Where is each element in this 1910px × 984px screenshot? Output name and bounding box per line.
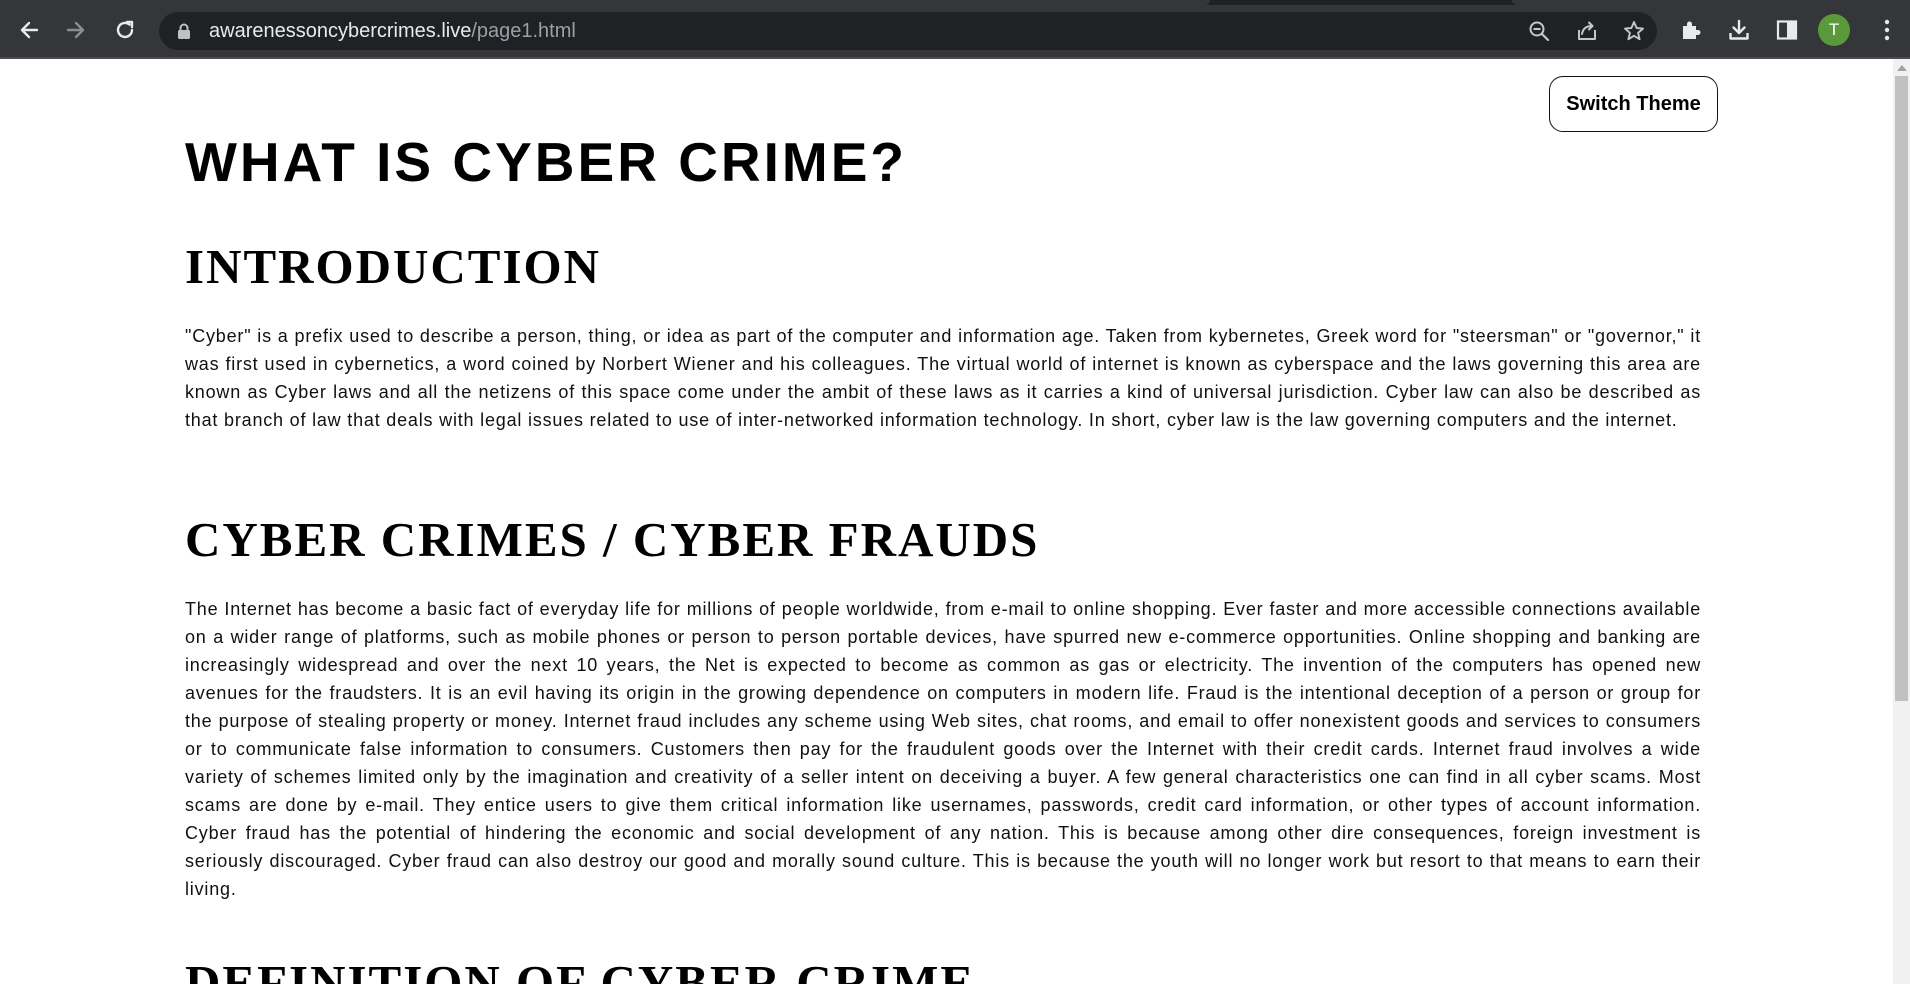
url-path: /page1.html [471, 20, 576, 42]
section-heading-introduction: INTRODUCTION [185, 239, 602, 294]
tab-strip [0, 0, 1910, 5]
page-title: WHAT IS CYBER CRIME? [185, 131, 908, 193]
lock-icon[interactable] [177, 23, 191, 45]
share-icon[interactable] [1575, 19, 1599, 43]
address-bar[interactable]: awarenessoncybercrimes.live/page1.html [159, 12, 1657, 50]
page-viewport: Switch Theme WHAT IS CYBER CRIME? INTROD… [0, 59, 1893, 984]
section-heading-cyber-crimes: CYBER CRIMES / CYBER FRAUDS [185, 512, 1040, 567]
extensions-puzzle-icon[interactable] [1678, 17, 1704, 43]
browser-toolbar: awarenessoncybercrimes.live/page1.html T [0, 0, 1910, 59]
back-arrow-icon [18, 19, 40, 41]
back-button[interactable] [14, 15, 44, 45]
forward-arrow-icon [65, 19, 87, 41]
download-icon[interactable] [1726, 17, 1752, 43]
inactive-tab-edge[interactable] [1512, 0, 1910, 5]
switch-theme-button[interactable]: Switch Theme [1549, 76, 1718, 132]
active-tab-edge[interactable] [0, 0, 1210, 5]
scroll-up-arrow-icon[interactable] [1897, 65, 1907, 71]
profile-avatar[interactable]: T [1818, 14, 1850, 46]
section-paragraph-cyber-crimes: The Internet has become a basic fact of … [185, 599, 1701, 899]
vertical-scrollbar[interactable] [1893, 59, 1910, 984]
reload-icon [114, 19, 136, 41]
url-text[interactable]: awarenessoncybercrimes.live/page1.html [209, 20, 576, 42]
scrollbar-thumb[interactable] [1895, 76, 1908, 701]
reload-button[interactable] [110, 15, 140, 45]
zoom-icon[interactable] [1527, 19, 1551, 43]
section-heading-definition: DEFINITION OF CYBER CRIME [185, 955, 976, 984]
bookmark-star-icon[interactable] [1622, 19, 1646, 43]
more-menu-icon[interactable] [1880, 17, 1894, 43]
forward-button[interactable] [61, 15, 91, 45]
section-paragraph-introduction: "Cyber" is a prefix used to describe a p… [185, 326, 1701, 430]
url-host: awarenessoncybercrimes.live [209, 20, 472, 42]
side-panel-icon[interactable] [1774, 17, 1800, 43]
